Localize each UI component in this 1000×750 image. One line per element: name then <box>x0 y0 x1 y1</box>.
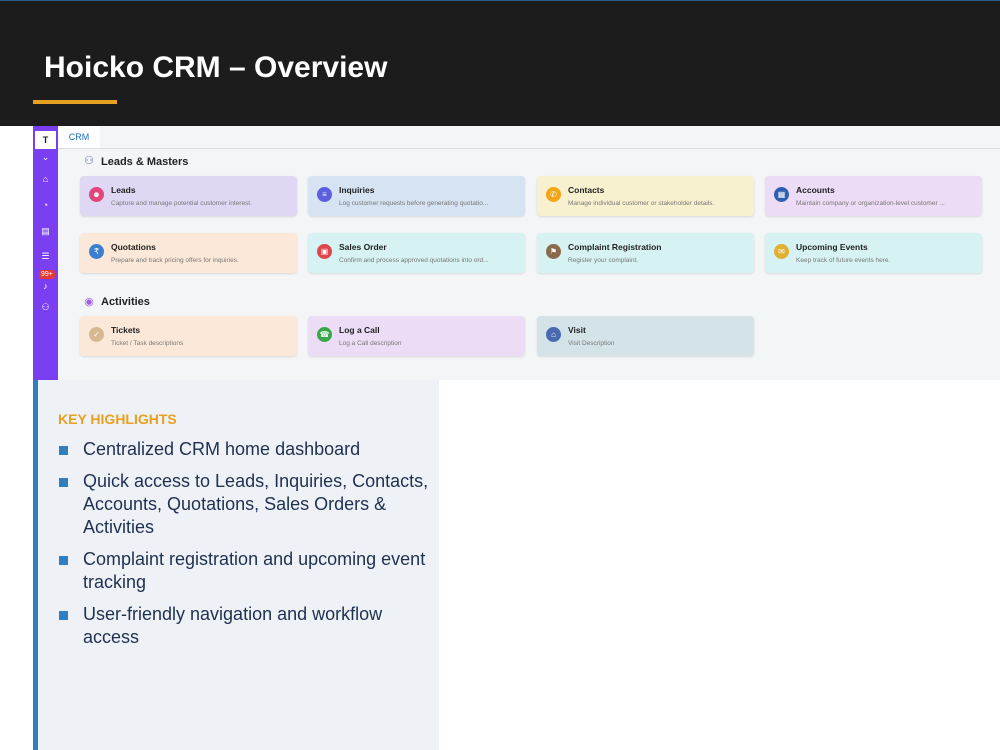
card-title: Quotations <box>111 242 156 252</box>
sales-order-icon: ▣ <box>317 244 332 259</box>
tab-bar: CRM <box>58 126 1000 149</box>
card-accounts[interactable]: ▦ Accounts Maintain company or organizatio… <box>765 176 982 216</box>
users-icon[interactable]: ⚇ <box>39 301 52 314</box>
quotations-icon: ₹ <box>89 244 104 259</box>
activities-icon: ◉ <box>84 296 94 308</box>
phone-icon: ☎ <box>317 327 332 342</box>
card-upcoming-events[interactable]: ✉ Upcoming Events Keep track of future eve… <box>765 233 982 273</box>
sidebar: T ⌄ ⌂ ◔ ▤ ☰ 99+ ♪ ⚇ <box>33 126 58 380</box>
visit-icon: ⌂ <box>546 327 561 342</box>
book-icon[interactable]: ▤ <box>39 225 52 238</box>
highlight-item: Quick access to Leads, Inquiries, Contac… <box>58 470 438 539</box>
card-complaint-registration[interactable]: ⚑ Complaint Registration Register your com… <box>537 233 754 273</box>
events-icon: ✉ <box>774 244 789 259</box>
bullet-square-icon <box>59 446 68 455</box>
card-leads[interactable]: ☻ Leads Capture and manage potential custo… <box>80 176 297 216</box>
card-quotations[interactable]: ₹ Quotations Prepare and track pricing off… <box>80 233 297 273</box>
card-title: Leads <box>111 185 136 195</box>
accounts-icon: ▦ <box>774 187 789 202</box>
card-description: Log a Call description <box>339 340 402 347</box>
card-title: Sales Order <box>339 242 387 252</box>
tickets-icon: ✓ <box>89 327 104 342</box>
highlights-panel: KEY HIGHLIGHTS Centralized CRM home dash… <box>33 380 439 750</box>
card-tickets[interactable]: ✓ Tickets Ticket / Task descriptions <box>80 316 297 356</box>
card-title: Upcoming Events <box>796 242 868 252</box>
complaint-icon: ⚑ <box>546 244 561 259</box>
card-visit[interactable]: ⌂ Visit Visit Description <box>537 316 754 356</box>
card-description: Maintain company or organization-level c… <box>796 200 945 207</box>
card-title: Inquiries <box>339 185 375 195</box>
leads-icon: ☻ <box>89 187 104 202</box>
card-sales-order[interactable]: ▣ Sales Order Confirm and process approved… <box>308 233 525 273</box>
highlights-list: Centralized CRM home dashboard Quick acc… <box>58 438 438 658</box>
card-description: Manage individual customer or stakeholde… <box>568 200 715 207</box>
card-description: Confirm and process approved quotations … <box>339 257 489 264</box>
contacts-icon: ✆ <box>546 187 561 202</box>
slide-header: Hoicko CRM – Overview <box>0 0 1000 126</box>
highlight-item: Centralized CRM home dashboard <box>58 438 438 461</box>
card-description: Visit Description <box>568 340 615 347</box>
highlight-item: User-friendly navigation and workflow ac… <box>58 603 438 649</box>
card-title: Visit <box>568 325 586 335</box>
card-description: Log customer requests before generating … <box>339 200 489 207</box>
card-description: Ticket / Task descriptions <box>111 340 184 347</box>
card-log-a-call[interactable]: ☎ Log a Call Log a Call description <box>308 316 525 356</box>
card-contacts[interactable]: ✆ Contacts Manage individual customer or s… <box>537 176 754 216</box>
notification-badge: 99+ <box>39 270 55 279</box>
dashboard-icon[interactable]: ◔ <box>39 199 52 212</box>
card-description: Register your complaint. <box>568 257 639 264</box>
section-title-activities: Activities <box>101 296 150 308</box>
highlight-item: Complaint registration and upcoming even… <box>58 548 438 594</box>
inquiries-icon: ≡ <box>317 187 332 202</box>
card-title: Log a Call <box>339 325 380 335</box>
bell-icon[interactable]: ♪ <box>39 280 52 293</box>
card-description: Keep track of future events here. <box>796 257 891 264</box>
card-inquiries[interactable]: ≡ Inquiries Log customer requests before g… <box>308 176 525 216</box>
workspace-avatar[interactable]: T <box>35 131 56 149</box>
crm-screenshot: T ⌄ ⌂ ◔ ▤ ☰ 99+ ♪ ⚇ CRM ⚇ Leads & Master… <box>33 126 1000 380</box>
tab-crm[interactable]: CRM <box>58 126 100 148</box>
card-description: Prepare and track pricing offers for inq… <box>111 257 239 264</box>
card-title: Tickets <box>111 325 141 335</box>
leads-masters-icon: ⚇ <box>84 155 94 167</box>
bullet-square-icon <box>59 611 68 620</box>
bullet-square-icon <box>59 478 68 487</box>
card-title: Accounts <box>796 185 835 195</box>
home-icon[interactable]: ⌂ <box>39 173 52 186</box>
chevron-down-icon[interactable]: ⌄ <box>39 151 52 164</box>
card-description: Capture and manage potential customer in… <box>111 200 252 207</box>
bullet-square-icon <box>59 556 68 565</box>
card-title: Contacts <box>568 185 605 195</box>
card-title: Complaint Registration <box>568 242 662 252</box>
title-underline <box>33 100 117 104</box>
section-title-leads-masters: Leads & Masters <box>101 156 189 168</box>
list-icon[interactable]: ☰ <box>39 250 52 263</box>
highlights-heading: KEY HIGHLIGHTS <box>58 411 177 427</box>
slide-title: Hoicko CRM – Overview <box>44 51 388 84</box>
